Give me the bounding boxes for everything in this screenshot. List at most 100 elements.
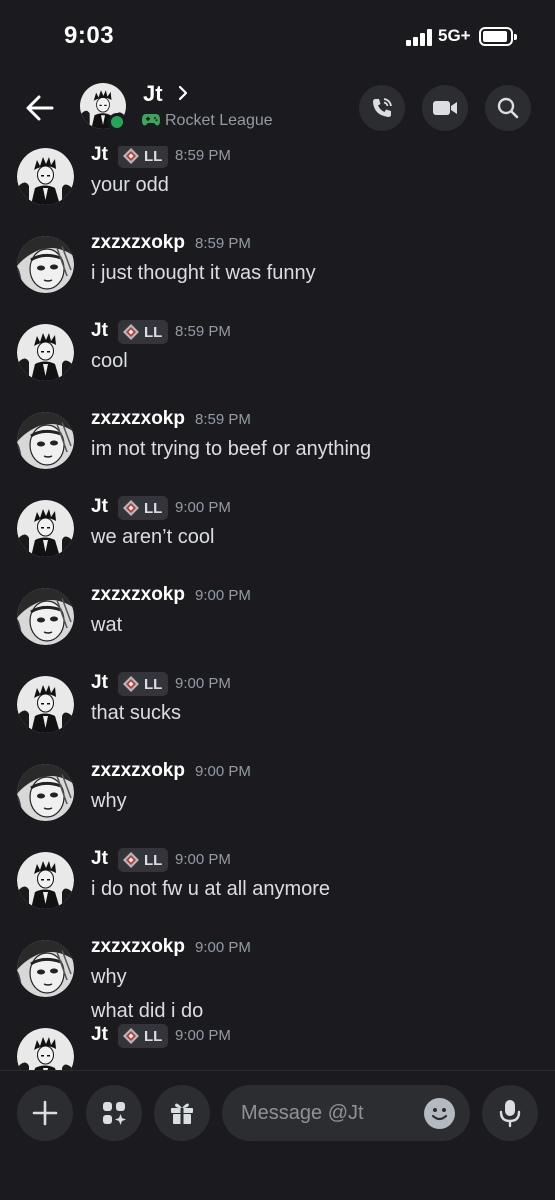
message-author[interactable]: Jt (91, 496, 108, 518)
message-text[interactable]: cool (91, 350, 128, 373)
gift-button[interactable] (154, 1085, 210, 1141)
message-author[interactable]: Jt (91, 146, 108, 166)
guild-tag-label: LL (144, 851, 163, 869)
message-timestamp: 8:59 PM (175, 147, 231, 164)
apps-icon (103, 1102, 126, 1125)
guild-tag-label: LL (144, 147, 163, 165)
message-list[interactable]: Jt LL 8:59 PM your odd zxzxzxokp 8:59 PM i jus… (0, 146, 555, 1070)
message-timestamp: 9:00 PM (175, 499, 231, 516)
message-text[interactable]: i just thought it was funny (91, 262, 316, 285)
add-attachment-button[interactable] (17, 1085, 73, 1141)
diamond-badge-icon (123, 324, 139, 340)
header-username[interactable]: Jt (143, 81, 163, 107)
message-author[interactable]: Jt (91, 320, 108, 342)
gamepad-icon (142, 114, 160, 126)
message-group[interactable]: Jt LL 8:59 PM your odd (0, 146, 555, 226)
message-group[interactable]: zxzxzxokp 8:59 PM i just thought it was fu… (0, 226, 555, 314)
message-author[interactable]: Jt (91, 1024, 108, 1046)
chevron-right-icon[interactable] (176, 84, 190, 102)
gift-icon (171, 1103, 193, 1124)
guild-tag-label: LL (144, 1027, 163, 1045)
avatar[interactable] (17, 500, 74, 557)
video-camera-icon (433, 101, 457, 115)
guild-tag-label: LL (144, 499, 163, 517)
message-group[interactable]: zxzxzxokp 9:00 PM why (0, 754, 555, 842)
message-group[interactable]: Jt LL 9:00 PM (0, 1018, 555, 1070)
avatar[interactable] (17, 588, 74, 645)
avatar[interactable] (17, 1028, 74, 1070)
message-timestamp: 9:00 PM (195, 939, 251, 956)
message-text[interactable]: your odd (91, 174, 169, 197)
diamond-badge-icon (123, 148, 139, 164)
voice-message-button[interactable] (482, 1085, 538, 1141)
avatar[interactable] (17, 940, 74, 997)
diamond-badge-icon (123, 500, 139, 516)
message-group[interactable]: zxzxzxokp 9:00 PM wat (0, 578, 555, 666)
battery-icon (479, 27, 517, 46)
message-group[interactable]: Jt LL 9:00 PM we aren’t cool (0, 490, 555, 578)
message-group[interactable]: zxzxzxokp 8:59 PM im not trying to beef or… (0, 402, 555, 490)
network-type: 5G+ (438, 26, 471, 45)
message-timestamp: 8:59 PM (195, 235, 251, 252)
guild-tag-label: LL (144, 675, 163, 693)
message-text[interactable]: wat (91, 614, 122, 637)
message-text[interactable]: im not trying to beef or anything (91, 438, 371, 461)
status-bar: 9:03 5G+ (0, 0, 555, 70)
message-timestamp: 8:59 PM (175, 323, 231, 340)
avatar[interactable] (17, 148, 74, 205)
message-author[interactable]: Jt (91, 672, 108, 694)
message-author[interactable]: zxzxzxokp (91, 584, 185, 606)
guild-tag-label: LL (144, 323, 163, 341)
diamond-badge-icon (123, 676, 139, 692)
avatar[interactable] (17, 852, 74, 909)
guild-tag[interactable]: LL (118, 1024, 169, 1048)
message-group[interactable]: Jt LL 9:00 PM that sucks (0, 666, 555, 754)
guild-tag[interactable]: LL (118, 320, 169, 344)
online-status-indicator (108, 113, 126, 131)
message-author[interactable]: zxzxzxokp (91, 408, 185, 430)
message-group[interactable]: zxzxzxokp 9:00 PM why what did i do (0, 930, 555, 1022)
search-icon (497, 97, 519, 119)
avatar[interactable] (17, 324, 74, 381)
message-text[interactable]: that sucks (91, 702, 181, 725)
voice-call-button[interactable] (359, 85, 405, 131)
avatar[interactable] (17, 236, 74, 293)
guild-tag[interactable]: LL (118, 848, 169, 872)
message-timestamp: 9:00 PM (195, 763, 251, 780)
phone-icon (373, 98, 392, 117)
message-text[interactable]: why (91, 966, 127, 989)
guild-tag[interactable]: LL (118, 496, 169, 520)
message-timestamp: 8:59 PM (195, 411, 251, 428)
guild-tag[interactable]: LL (118, 672, 169, 696)
message-timestamp: 9:00 PM (195, 587, 251, 604)
plus-icon (32, 1100, 58, 1126)
message-author[interactable]: zxzxzxokp (91, 760, 185, 782)
search-button[interactable] (485, 85, 531, 131)
avatar[interactable] (17, 764, 74, 821)
video-call-button[interactable] (422, 85, 468, 131)
message-timestamp: 9:00 PM (175, 851, 231, 868)
cellular-signal-icon (406, 28, 436, 46)
message-text[interactable]: we aren’t cool (91, 526, 214, 549)
diamond-badge-icon (123, 1028, 139, 1044)
arrow-left-icon (26, 95, 54, 121)
message-author[interactable]: zxzxzxokp (91, 232, 185, 254)
microphone-icon (499, 1100, 521, 1128)
message-group[interactable]: Jt LL 9:00 PM i do not fw u at all anymore (0, 842, 555, 930)
message-author[interactable]: Jt (91, 848, 108, 870)
message-group[interactable]: Jt LL 8:59 PM cool (0, 314, 555, 402)
apps-button[interactable] (86, 1085, 142, 1141)
diamond-badge-icon (123, 852, 139, 868)
message-text[interactable]: why (91, 790, 127, 813)
emoji-button[interactable] (424, 1098, 455, 1129)
avatar[interactable] (17, 676, 74, 733)
activity-label: Rocket League (165, 112, 273, 129)
emoji-icon (431, 1108, 448, 1121)
composer-bar (0, 1070, 555, 1200)
status-time: 9:03 (64, 22, 115, 49)
back-button[interactable] (22, 90, 58, 126)
message-text[interactable]: i do not fw u at all anymore (91, 878, 330, 901)
guild-tag[interactable]: LL (118, 146, 169, 168)
message-author[interactable]: zxzxzxokp (91, 936, 185, 958)
avatar[interactable] (17, 412, 74, 469)
